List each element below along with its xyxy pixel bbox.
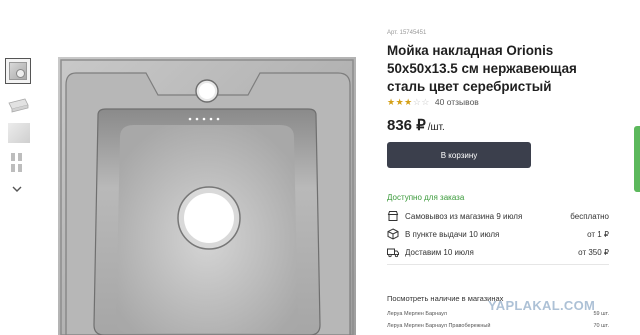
star-icon: ★ <box>387 96 396 107</box>
pickup-point-icon <box>387 228 399 240</box>
star-icon: ☆ <box>412 96 421 107</box>
store-qty: 59 шт. <box>593 311 610 317</box>
divider <box>387 264 609 265</box>
article-number: Арт. 15745451 <box>387 30 427 36</box>
delivery-option-price: бесплатно <box>570 211 609 221</box>
star-icon: ★ <box>395 96 404 107</box>
store-qty: 70 шт. <box>593 323 610 329</box>
thumbnail-sink-closeup[interactable] <box>8 123 30 143</box>
store-name: Леруа Мерлен Барнаул <box>387 311 447 317</box>
store-pickup-icon <box>387 211 399 221</box>
rating-block[interactable]: ★ ★ ★ ☆ ☆ 40 отзывов <box>387 97 479 107</box>
store-name: Леруа Мерлен Барнаул Правобережный <box>387 323 491 329</box>
delivery-option-price: от 350 ₽ <box>578 247 609 257</box>
star-icon: ★ <box>404 96 413 107</box>
price-unit: /шт. <box>427 122 445 133</box>
thumbnail-sink-drawing[interactable] <box>5 93 31 119</box>
delivery-option-price: от 1 ₽ <box>587 229 609 239</box>
reviews-link[interactable]: 40 отзывов <box>435 97 479 107</box>
delivery-option-label: В пункте выдачи 10 июля <box>405 229 500 239</box>
delivery-truck-icon <box>387 248 399 258</box>
price: 836 ₽/шт. <box>387 116 445 134</box>
star-icon: ☆ <box>421 96 430 107</box>
product-image-sink <box>58 57 356 335</box>
feedback-side-tab[interactable] <box>634 126 640 192</box>
rating-stars: ★ ★ ★ ☆ ☆ <box>387 96 430 107</box>
stock-check-link[interactable]: Посмотреть наличие в магазинах <box>387 294 503 303</box>
delivery-option-pickup-point: В пункте выдачи 10 июля от 1 ₽ <box>387 226 609 242</box>
availability-label: Доступно для заказа <box>387 193 465 202</box>
thumbnail-sink-photo[interactable] <box>5 58 31 84</box>
watermark: YAPLAKAL.COM <box>488 298 596 313</box>
delivery-option-pickup-store: Самовывоз из магазина 9 июля бесплатно <box>387 208 609 224</box>
thumbnail-sink-parts[interactable] <box>11 153 25 173</box>
delivery-option-label: Доставим 10 июля <box>405 247 474 257</box>
sink-drawing-icon <box>8 98 29 113</box>
delivery-option-label: Самовывоз из магазина 9 июля <box>405 211 523 221</box>
product-title: Мойка накладная Orionis 50x50x13.5 см не… <box>387 43 577 94</box>
store-row[interactable]: Леруа Мерлен Барнаул Правобережный 70 шт… <box>387 323 609 329</box>
chevron-down-icon[interactable] <box>10 183 24 195</box>
price-value: 836 ₽ <box>387 117 426 134</box>
delivery-option-courier: Доставим 10 июля от 350 ₽ <box>387 244 609 260</box>
add-to-cart-button[interactable]: В корзину <box>387 142 531 168</box>
